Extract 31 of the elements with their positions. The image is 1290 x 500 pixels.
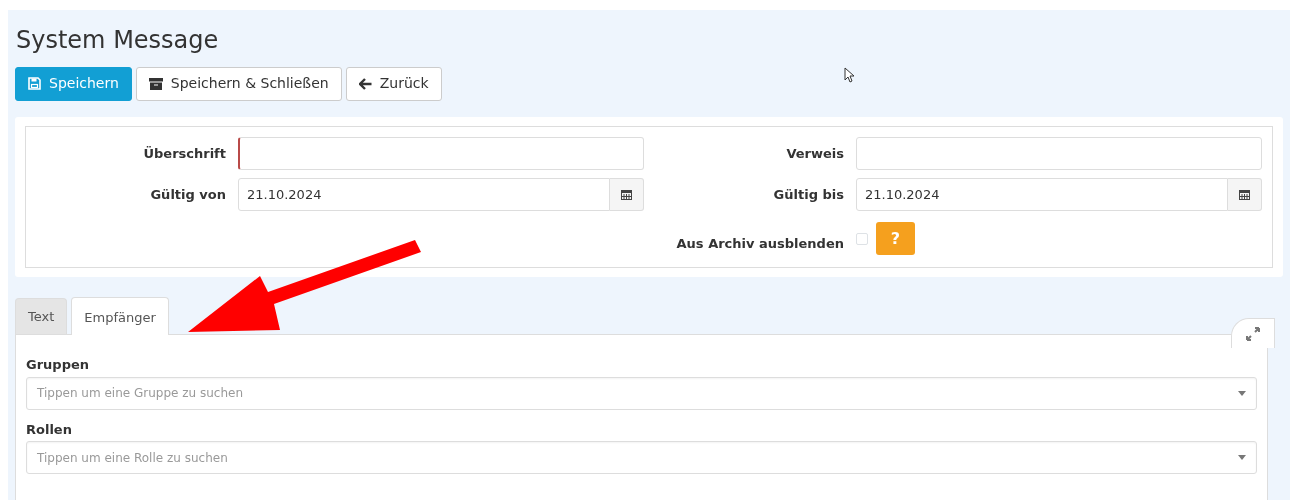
- toolbar-button[interactable]: Zurück: [345, 66, 442, 101]
- arrow-left-icon: [358, 77, 372, 90]
- calendar-icon: [1239, 188, 1250, 200]
- page-title: System Message: [16, 26, 220, 55]
- calendar-icon: [621, 188, 632, 200]
- tab[interactable]: Empfänger: [71, 296, 169, 336]
- text-field[interactable]: [856, 136, 1262, 170]
- checkbox[interactable]: [856, 232, 868, 245]
- field-label: Rollen: [26, 420, 73, 439]
- box-icon: [148, 77, 163, 90]
- tab[interactable]: Text: [15, 297, 68, 335]
- date-field[interactable]: 21.10.2024: [856, 177, 1228, 211]
- date-field[interactable]: 21.10.2024: [238, 177, 610, 211]
- caret-icon: [1238, 390, 1246, 396]
- expand-icon: [1246, 326, 1260, 341]
- placeholder-text: Tippen um eine Gruppe zu suchen: [37, 385, 243, 403]
- save-icon: [28, 77, 41, 91]
- caret-icon: [1238, 455, 1246, 461]
- field-label: Überschrift: [142, 144, 227, 163]
- field-label: Gültig bis: [772, 185, 845, 204]
- placeholder-text: Tippen um eine Rolle zu suchen: [37, 449, 228, 467]
- field-label: Aus Archiv ausblenden: [675, 235, 845, 254]
- toolbar-button[interactable]: Speichern & Schließen: [135, 66, 342, 101]
- text-field[interactable]: [238, 136, 644, 170]
- expand-button[interactable]: [1231, 318, 1275, 348]
- calendar-button[interactable]: [610, 177, 644, 211]
- calendar-button[interactable]: [1228, 177, 1262, 211]
- field-label: Gruppen: [26, 356, 91, 375]
- field-label: Verweis: [785, 144, 845, 163]
- cursor-icon: [844, 67, 855, 83]
- field-label: Gültig von: [149, 185, 227, 204]
